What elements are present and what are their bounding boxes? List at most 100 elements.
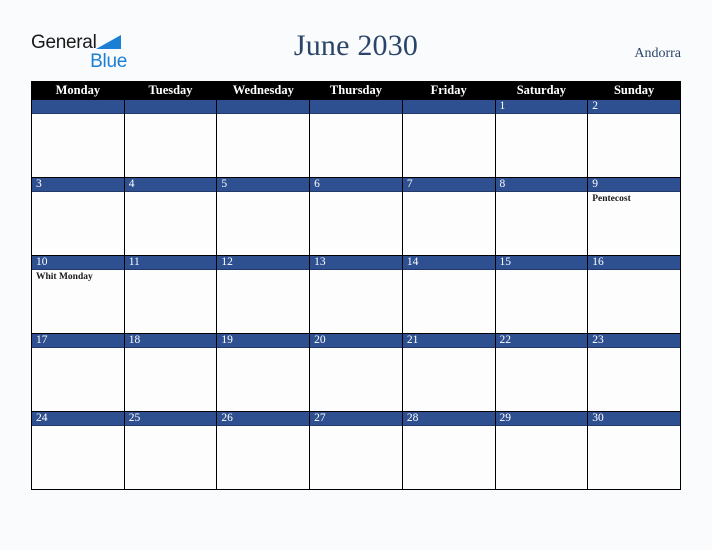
day-number: 30 (588, 412, 680, 426)
day-cell-body (125, 270, 217, 333)
day-cell-body (217, 270, 309, 333)
day-cell-body (496, 270, 588, 333)
day-number: 29 (495, 412, 588, 426)
day-cell-body (125, 348, 217, 411)
day-cell-body (217, 426, 309, 489)
day-cell-body (588, 348, 680, 411)
calendar-day-cell[interactable]: 7 (401, 177, 496, 256)
day-cell-body (125, 426, 217, 489)
calendar-day-cell[interactable]: 23 (587, 333, 681, 412)
weekday-header-friday: Friday (401, 81, 496, 100)
day-cell-body (125, 192, 217, 255)
day-number: 7 (402, 178, 495, 192)
calendar-day-cell[interactable]: 29 (494, 411, 589, 490)
calendar-day-cell[interactable]: 10 Whit Monday (31, 255, 125, 334)
calendar-day-cell[interactable]: 8 (494, 177, 589, 256)
calendar-week-row: 12 (31, 100, 681, 178)
day-number: 17 (32, 334, 124, 348)
calendar-day-cell[interactable]: 27 (309, 411, 403, 490)
day-cell-body (588, 114, 680, 177)
calendar-week-row: 3 4 5 6 7 8 9 Pentecost (31, 177, 681, 256)
day-number: 5 (217, 178, 310, 192)
day-number (217, 100, 310, 114)
calendar-empty-cell[interactable] (216, 100, 311, 178)
day-cell-body (32, 348, 124, 411)
day-number: 26 (217, 412, 310, 426)
calendar-week-row: 24 25 26 27 28 29 30 (31, 411, 681, 490)
day-cell-body (32, 426, 124, 489)
calendar-day-cell[interactable]: 11 (123, 255, 218, 334)
day-number (32, 100, 124, 114)
calendar-week-row: 17 18 19 20 21 22 23 (31, 333, 681, 412)
day-number: 2 (588, 100, 680, 114)
day-number: 9 (588, 178, 680, 192)
calendar-day-cell[interactable]: 26 (216, 411, 311, 490)
calendar-day-cell[interactable]: 1 (494, 100, 589, 178)
day-number: 25 (124, 412, 217, 426)
day-number: 12 (217, 256, 310, 270)
calendar-day-cell[interactable]: 24 (31, 411, 125, 490)
calendar-day-cell[interactable]: 13 (309, 255, 403, 334)
calendar-week-row: 10 Whit Monday 11 12 13 14 15 16 (31, 255, 681, 334)
day-number: 6 (310, 178, 402, 192)
calendar-day-cell[interactable]: 25 (123, 411, 218, 490)
day-number: 13 (310, 256, 402, 270)
day-cell-body (217, 114, 309, 177)
weekday-header-wednesday: Wednesday (216, 81, 311, 100)
day-number: 27 (310, 412, 402, 426)
calendar-empty-cell[interactable] (401, 100, 496, 178)
day-number: 1 (495, 100, 588, 114)
day-cell-body (588, 426, 680, 489)
day-number: 18 (124, 334, 217, 348)
weekday-header-monday: Monday (31, 81, 125, 100)
day-cell-body (496, 426, 588, 489)
day-cell-body: Whit Monday (32, 270, 124, 333)
calendar-day-cell[interactable]: 15 (494, 255, 589, 334)
calendar-day-cell[interactable]: 6 (309, 177, 403, 256)
day-cell-body (310, 426, 402, 489)
day-number: 14 (402, 256, 495, 270)
calendar-day-cell[interactable]: 17 (31, 333, 125, 412)
day-cell-body (125, 114, 217, 177)
day-cell-body: Pentecost (588, 192, 680, 255)
calendar-day-cell[interactable]: 22 (494, 333, 589, 412)
day-number: 22 (495, 334, 588, 348)
weekday-header-row: Monday Tuesday Wednesday Thursday Friday… (31, 81, 681, 100)
calendar-day-cell[interactable]: 20 (309, 333, 403, 412)
day-number: 3 (32, 178, 124, 192)
day-number: 21 (402, 334, 495, 348)
day-cell-body (588, 270, 680, 333)
calendar-empty-cell[interactable] (309, 100, 403, 178)
calendar-day-cell[interactable]: 12 (216, 255, 311, 334)
day-number: 19 (217, 334, 310, 348)
calendar-page: General Blue June 2030 Andorra Monday Tu… (0, 0, 712, 550)
calendar-day-cell[interactable]: 4 (123, 177, 218, 256)
calendar-empty-cell[interactable] (31, 100, 125, 178)
calendar-day-cell[interactable]: 5 (216, 177, 311, 256)
calendar-day-cell[interactable]: 9 Pentecost (587, 177, 681, 256)
day-number: 10 (32, 256, 124, 270)
calendar-day-cell[interactable]: 14 (401, 255, 496, 334)
calendar-day-cell[interactable]: 19 (216, 333, 311, 412)
calendar-empty-cell[interactable] (123, 100, 218, 178)
calendar-day-cell[interactable]: 28 (401, 411, 496, 490)
day-number (124, 100, 217, 114)
day-cell-body (310, 114, 402, 177)
calendar-day-cell[interactable]: 2 (587, 100, 681, 178)
day-number: 28 (402, 412, 495, 426)
calendar-day-cell[interactable]: 16 (587, 255, 681, 334)
calendar-day-cell[interactable]: 18 (123, 333, 218, 412)
calendar-day-cell[interactable]: 21 (401, 333, 496, 412)
day-number: 24 (32, 412, 124, 426)
day-cell-body (32, 114, 124, 177)
calendar-day-cell[interactable]: 3 (31, 177, 125, 256)
day-number: 15 (495, 256, 588, 270)
country-label: Andorra (634, 46, 681, 61)
day-number: 20 (310, 334, 402, 348)
calendar-body: 1 2 3 4 5 6 7 8 9 Pentecost 10 Whit Monday 11 12 13 14 1… (31, 100, 681, 490)
day-cell-body (403, 348, 495, 411)
day-cell-body (496, 348, 588, 411)
calendar-day-cell[interactable]: 30 (587, 411, 681, 490)
day-number: 23 (588, 334, 680, 348)
day-cell-body (310, 192, 402, 255)
